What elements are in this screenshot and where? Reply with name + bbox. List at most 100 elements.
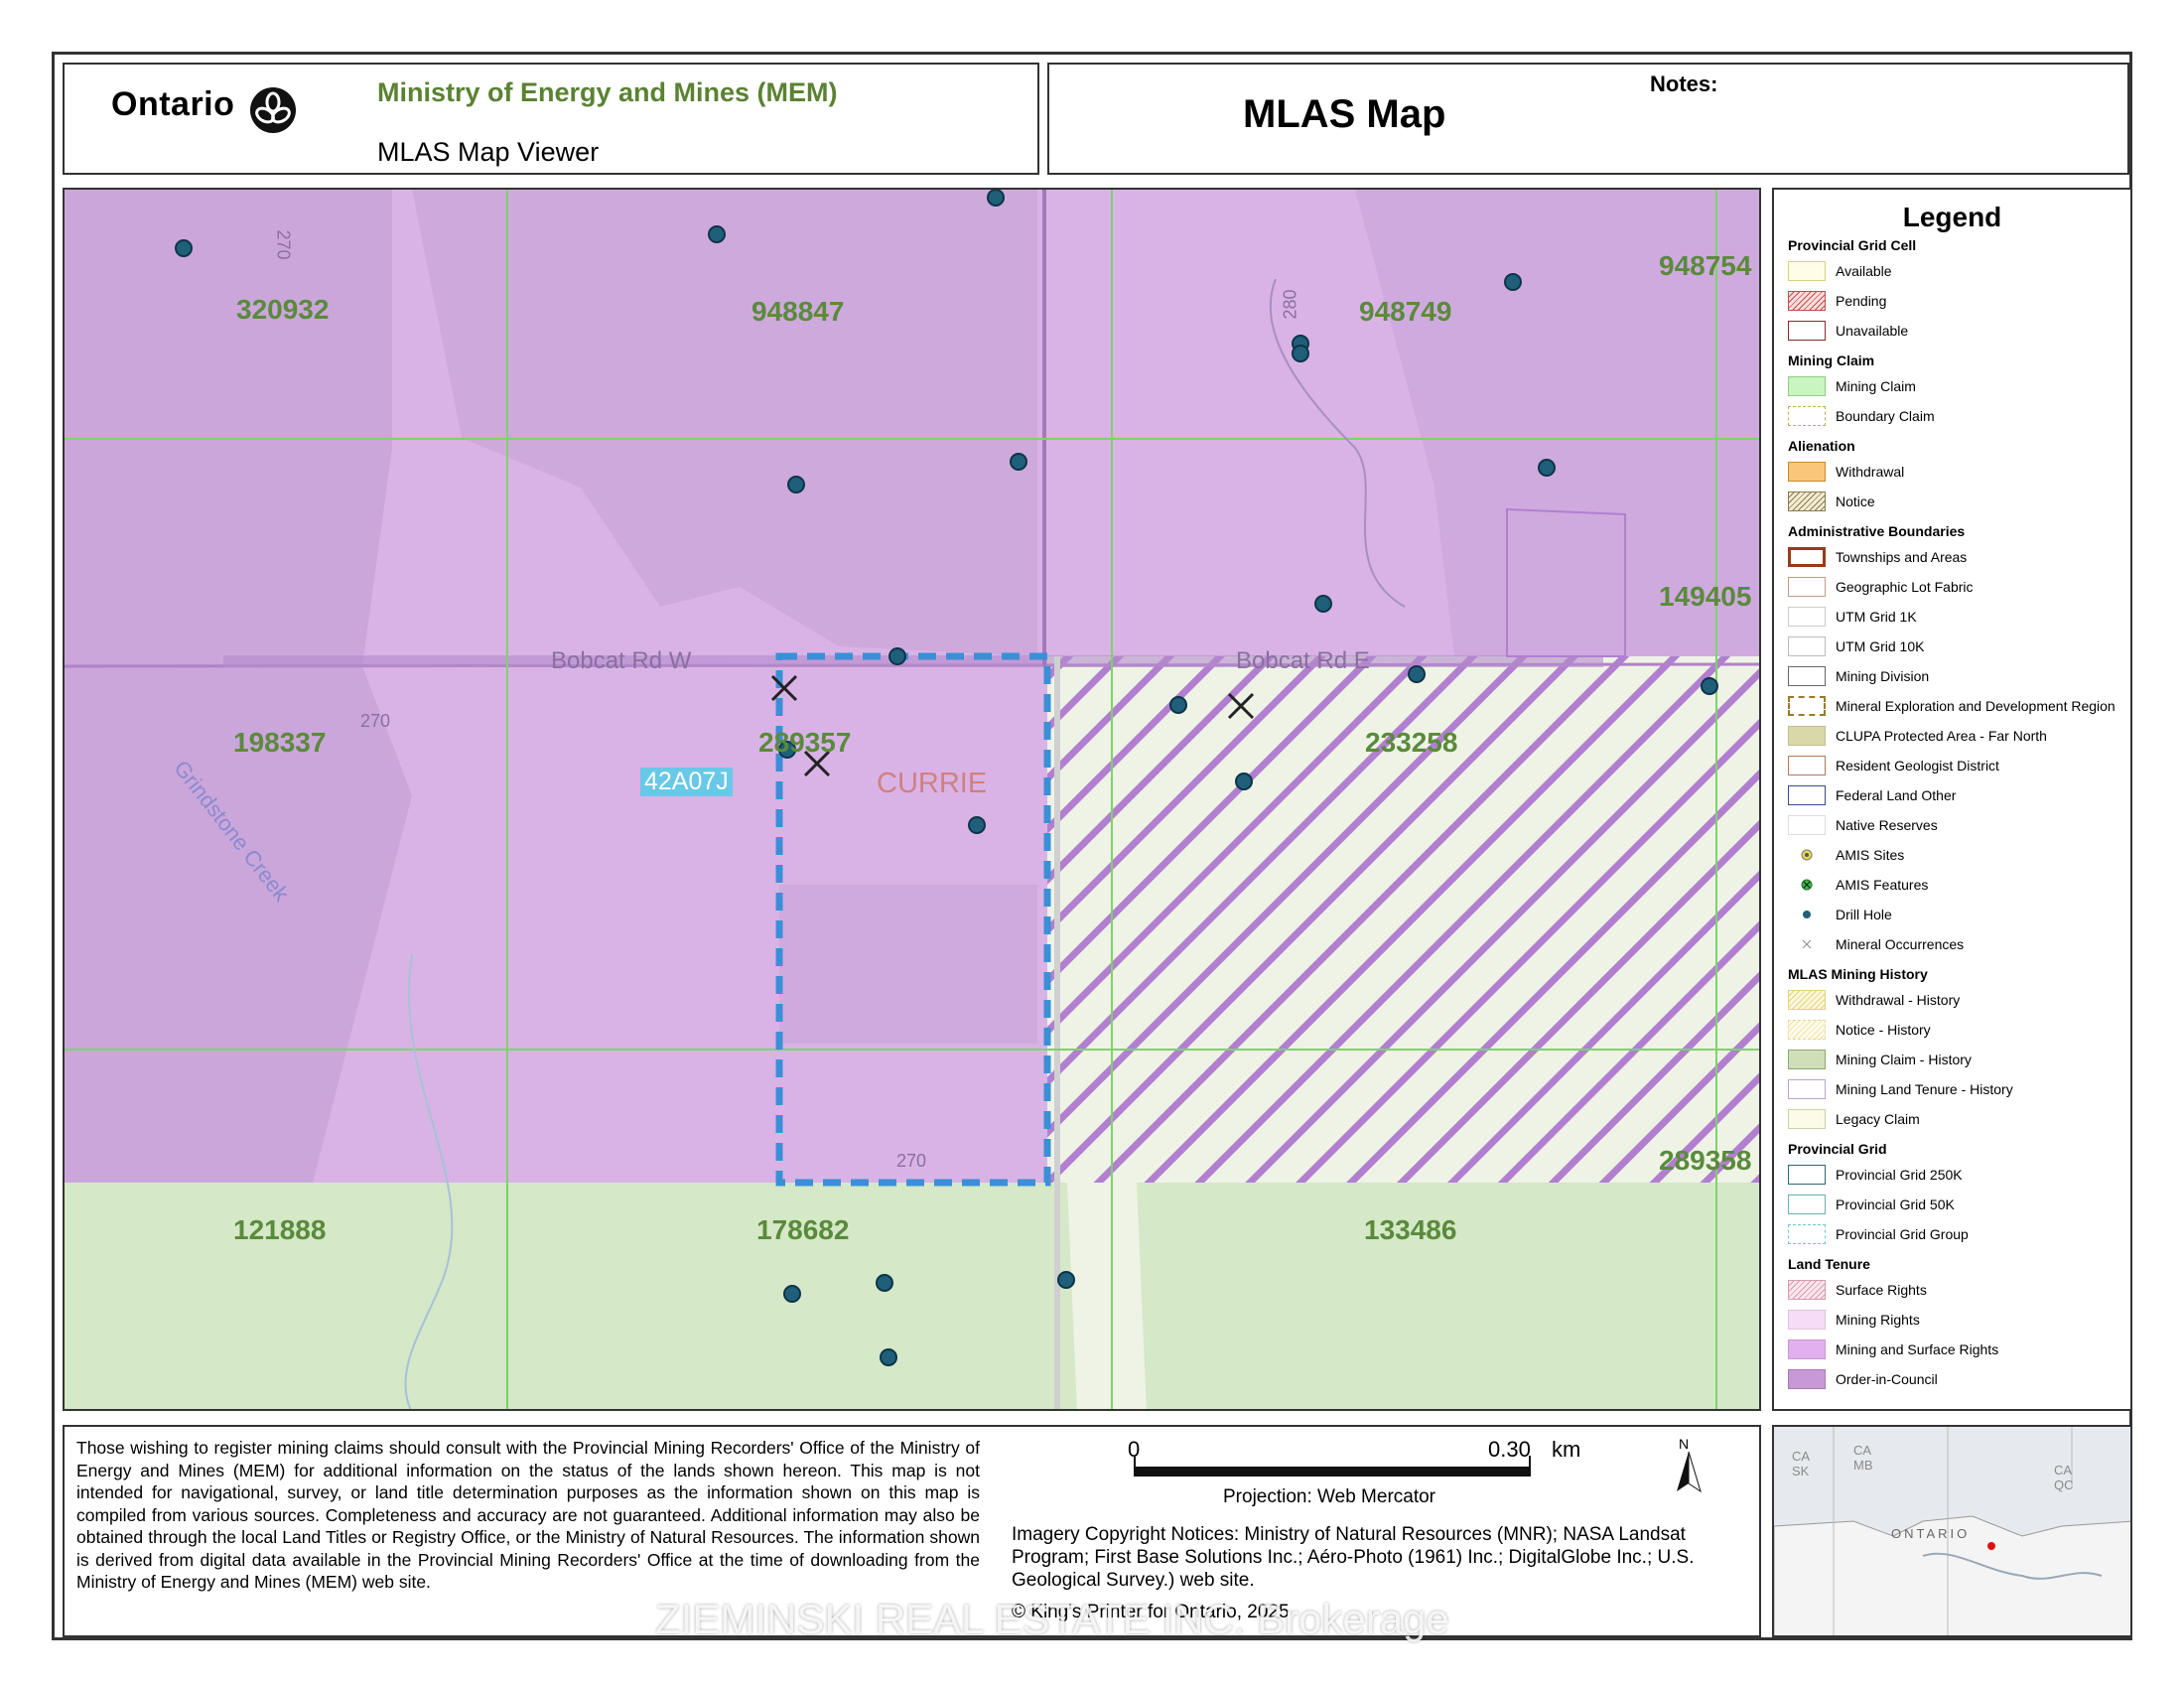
cell-label: 289358 (1659, 1145, 1752, 1176)
legend-item-label: Mining Land Tenure - History (1836, 1081, 2013, 1097)
legend-swatch (1788, 1310, 1826, 1330)
legend-panel: Legend Provincial Grid Cell Available Pend… (1772, 188, 2132, 1411)
ministry-title: Ministry of Energy and Mines (MEM) (377, 77, 838, 107)
legend-item: Pending (1788, 291, 1886, 311)
trillium-icon (250, 87, 296, 133)
legend-item-label: Pending (1836, 293, 1887, 309)
scale-bar (1134, 1467, 1531, 1477)
legend-item: UTM Grid 10K (1788, 636, 1924, 656)
inset-label: CA SK (1792, 1449, 1810, 1478)
legend-item-label: Federal Land Other (1836, 787, 1957, 803)
legend-group-title: Provincial Grid Cell (1788, 237, 1917, 253)
header-title-panel (1047, 63, 2129, 175)
legend-swatch (1788, 406, 1826, 426)
amis-feature-icon (1788, 875, 1826, 895)
contour-label: 270 (360, 711, 391, 731)
road-label: Bobcat Rd E (1236, 647, 1370, 674)
locator-inset-map: CA SK CA MB CA QC ONTARIO (1772, 1425, 2132, 1637)
legend-item-label: UTM Grid 10K (1836, 638, 1925, 654)
legend-item: AMIS Features (1788, 875, 1928, 895)
legend-item-label: Provincial Grid Group (1836, 1226, 1969, 1242)
legend-item: Resident Geologist District (1788, 756, 1999, 775)
ontario-logo: Ontario (111, 85, 235, 123)
provincial-grid-label: 42A07J (640, 768, 733, 796)
legend-item-label: Mineral Exploration and Development Regi… (1836, 698, 2116, 714)
north-arrow-icon (1674, 1451, 1704, 1498)
legend-swatch (1788, 815, 1826, 835)
legend-group-title: Provincial Grid (1788, 1141, 1887, 1157)
scale-end-label: 0.30 (1488, 1437, 1531, 1462)
legend-item-label: Mining Division (1836, 668, 1930, 684)
legend-swatch (1788, 607, 1826, 627)
imagery-notice: Imagery Copyright Notices: Ministry of N… (1012, 1524, 1695, 1591)
legend-item-label: Surface Rights (1836, 1282, 1927, 1298)
cell-label: 121888 (233, 1214, 327, 1245)
legend-item: Federal Land Other (1788, 785, 1956, 805)
legend-swatch (1788, 462, 1826, 482)
legend-swatch (1788, 321, 1826, 341)
legend-item-label: UTM Grid 1K (1836, 609, 1917, 625)
legend-item: Mining and Surface Rights (1788, 1339, 1998, 1359)
legend-swatch (1788, 376, 1826, 396)
legend-swatch (1788, 1339, 1826, 1359)
legend-swatch (1788, 1195, 1826, 1214)
legend-swatch (1788, 261, 1826, 281)
legend-item-label: Notice (1836, 493, 1875, 509)
legend-item: Mineral Exploration and Development Regi… (1788, 696, 2116, 716)
inset-label: ONTARIO (1891, 1526, 1971, 1541)
legend-swatch (1788, 1224, 1826, 1244)
amis-site-icon (1788, 845, 1826, 865)
legend-item: Available (1788, 261, 1892, 281)
legend-item: Mining Claim - History (1788, 1050, 1972, 1069)
legend-item: Mining Division (1788, 666, 1929, 686)
cell-label: 948749 (1359, 296, 1452, 327)
cell-label: 149405 (1659, 581, 1752, 612)
legend-item-label: Townships and Areas (1836, 549, 1968, 565)
legend-item-label: Geographic Lot Fabric (1836, 579, 1974, 595)
cell-label: 198337 (233, 727, 327, 758)
contour-label: 280 (1280, 289, 1300, 320)
cell-label: 178682 (756, 1214, 850, 1245)
viewer-title: MLAS Map Viewer (377, 137, 600, 167)
legend-swatch (1788, 1020, 1826, 1040)
legend-item-label: AMIS Sites (1836, 847, 1905, 863)
legend-item: Withdrawal (1788, 462, 1904, 482)
legend-swatch (1788, 547, 1826, 567)
legend-item: Notice (1788, 492, 1875, 511)
legend-swatch (1788, 636, 1826, 656)
legend-item: Drill Hole (1788, 905, 1892, 924)
legend-item-label: Mineral Occurrences (1836, 936, 1965, 952)
disclaimer-text: Those wishing to register mining claims … (76, 1438, 980, 1592)
projection-text: Projection: Web Mercator (1223, 1486, 1436, 1507)
legend-swatch (1788, 1369, 1826, 1389)
legend-swatch (1788, 666, 1826, 686)
legend-item: Native Reserves (1788, 815, 1938, 835)
inset-label: CA MB (1853, 1443, 1873, 1473)
legend-item-label: Available (1836, 263, 1892, 279)
legend-item-label: Mining Claim (1836, 378, 1916, 394)
legend-group-title: Mining Claim (1788, 352, 1875, 368)
legend-item: Mineral Occurrences (1788, 934, 1964, 954)
legend-swatch (1788, 990, 1826, 1010)
legend-item: Boundary Claim (1788, 406, 1935, 426)
location-marker-icon (1987, 1542, 1995, 1550)
occurrence-icon (1788, 934, 1826, 954)
legend-item-label: AMIS Features (1836, 877, 1929, 893)
legend-item-label: Provincial Grid 250K (1836, 1167, 1963, 1183)
legend-item: Surface Rights (1788, 1280, 1927, 1300)
legend-item-label: Withdrawal - History (1836, 992, 1961, 1008)
map-canvas[interactable]: 320932 948847 948749 948754 149405 19833… (63, 188, 1761, 1411)
legend-item: Notice - History (1788, 1020, 1931, 1040)
legend-item: AMIS Sites (1788, 845, 1904, 865)
legend-item-label: Provincial Grid 50K (1836, 1196, 1955, 1212)
legend-swatch (1788, 696, 1826, 716)
legend-item: Provincial Grid Group (1788, 1224, 1969, 1244)
road-label: Bobcat Rd W (551, 647, 692, 674)
legend-item: Legacy Claim (1788, 1109, 1920, 1129)
legend-group-title: Administrative Boundaries (1788, 523, 1966, 539)
legend-item-label: Drill Hole (1836, 907, 1892, 922)
legend-swatch (1788, 756, 1826, 775)
watermark: ZIEMINSKI REAL ESTATE INC. Brokerage (655, 1596, 1449, 1642)
legend-item-label: Resident Geologist District (1836, 758, 1999, 774)
legend-swatch (1788, 291, 1826, 311)
